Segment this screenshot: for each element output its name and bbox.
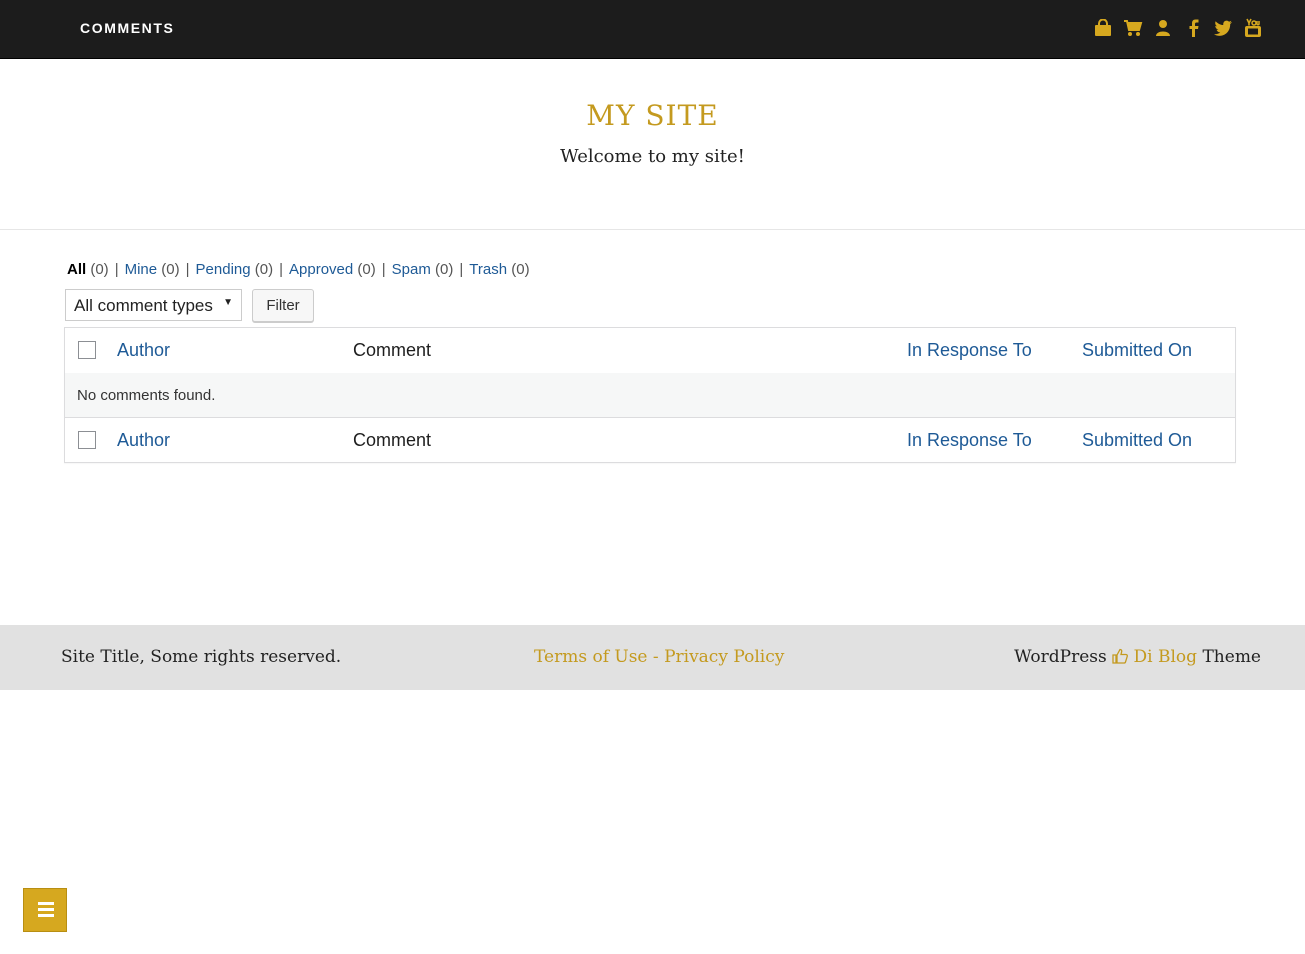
select-all-checkbox[interactable] xyxy=(78,341,96,359)
footer-link-separator: - xyxy=(647,647,665,667)
comment-type-value: All comment types xyxy=(74,296,213,315)
no-comments-message: No comments found. xyxy=(77,387,216,404)
filter-separator: | xyxy=(185,261,190,278)
filter-mine[interactable]: Mine (0) xyxy=(125,261,180,278)
filter-label[interactable]: Spam xyxy=(392,261,431,278)
top-bar: COMMENTS xyxy=(0,0,1305,59)
column-author[interactable]: Author xyxy=(117,340,170,361)
filter-all[interactable]: All (0) xyxy=(67,261,109,278)
menu-toggle-button[interactable] xyxy=(23,888,67,932)
site-description: Welcome to my site! xyxy=(560,146,745,167)
site-footer: Site Title, Some rights reserved. Terms … xyxy=(0,625,1305,690)
table-header-row: Author Comment In Response To Submitted … xyxy=(65,328,1235,374)
privacy-link[interactable]: Privacy Policy xyxy=(664,647,784,667)
filter-count: (0) xyxy=(161,261,180,278)
thumbs-up-icon xyxy=(1112,647,1129,667)
column-author[interactable]: Author xyxy=(117,430,170,451)
filter-label[interactable]: Pending xyxy=(196,261,251,278)
shopping-cart-icon[interactable] xyxy=(1123,17,1143,39)
shopping-bag-icon[interactable] xyxy=(1093,17,1113,39)
theme-link[interactable]: Di Blog xyxy=(1134,647,1198,667)
footer-credit: WordPress Di Blog Theme xyxy=(1014,647,1261,667)
comment-type-select[interactable]: All comment types ▼ xyxy=(65,289,242,321)
filter-separator: | xyxy=(381,261,386,278)
facebook-icon[interactable] xyxy=(1183,17,1203,39)
filter-approved[interactable]: Approved (0) xyxy=(289,261,376,278)
table-row: No comments found. xyxy=(65,373,1235,418)
dropdown-arrow-icon: ▼ xyxy=(223,297,233,308)
comment-status-filters: All (0) | Mine (0) | Pending (0) | Approved (0… xyxy=(67,261,530,278)
site-title[interactable]: MY SITE xyxy=(0,99,1305,132)
filter-separator: | xyxy=(459,261,464,278)
twitter-icon[interactable] xyxy=(1213,17,1233,39)
filter-label: All xyxy=(67,261,87,278)
column-comment: Comment xyxy=(353,340,432,360)
social-links xyxy=(1093,17,1263,39)
filter-label[interactable]: Approved xyxy=(289,261,353,278)
footer-links: Terms of Use - Privacy Policy xyxy=(534,647,784,667)
filter-separator: | xyxy=(114,261,119,278)
filter-pending[interactable]: Pending (0) xyxy=(196,261,274,278)
table-footer-row: Author Comment In Response To Submitted … xyxy=(65,418,1235,463)
credit-theme-label: Theme xyxy=(1202,647,1261,667)
filter-count: (0) xyxy=(254,261,274,278)
column-comment: Comment xyxy=(353,430,432,450)
menu-title[interactable]: COMMENTS xyxy=(80,20,174,36)
footer-copyright: Site Title, Some rights reserved. xyxy=(61,647,342,667)
filter-count: (0) xyxy=(511,261,530,278)
filter-trash[interactable]: Trash (0) xyxy=(469,261,529,278)
filter-label[interactable]: Trash xyxy=(469,261,507,278)
comments-table: Author Comment In Response To Submitted … xyxy=(64,327,1236,463)
youtube-icon[interactable] xyxy=(1243,17,1263,39)
user-icon[interactable] xyxy=(1153,17,1173,39)
column-submitted-on[interactable]: Submitted On xyxy=(1082,430,1192,451)
column-submitted-on[interactable]: Submitted On xyxy=(1082,340,1192,361)
filter-button[interactable]: Filter xyxy=(252,289,314,322)
filter-count: (0) xyxy=(90,261,109,278)
filter-count: (0) xyxy=(357,261,376,278)
column-in-response-to[interactable]: In Response To xyxy=(907,340,1032,361)
terms-link[interactable]: Terms of Use xyxy=(534,647,648,667)
column-in-response-to[interactable]: In Response To xyxy=(907,430,1032,451)
filter-separator: | xyxy=(279,261,284,278)
filter-count: (0) xyxy=(435,261,454,278)
select-all-checkbox-footer[interactable] xyxy=(78,431,96,449)
filter-label[interactable]: Mine xyxy=(125,261,158,278)
filter-spam[interactable]: Spam (0) xyxy=(392,261,454,278)
site-header: MY SITE Welcome to my site! xyxy=(0,59,1305,230)
credit-wordpress: WordPress xyxy=(1014,647,1107,667)
